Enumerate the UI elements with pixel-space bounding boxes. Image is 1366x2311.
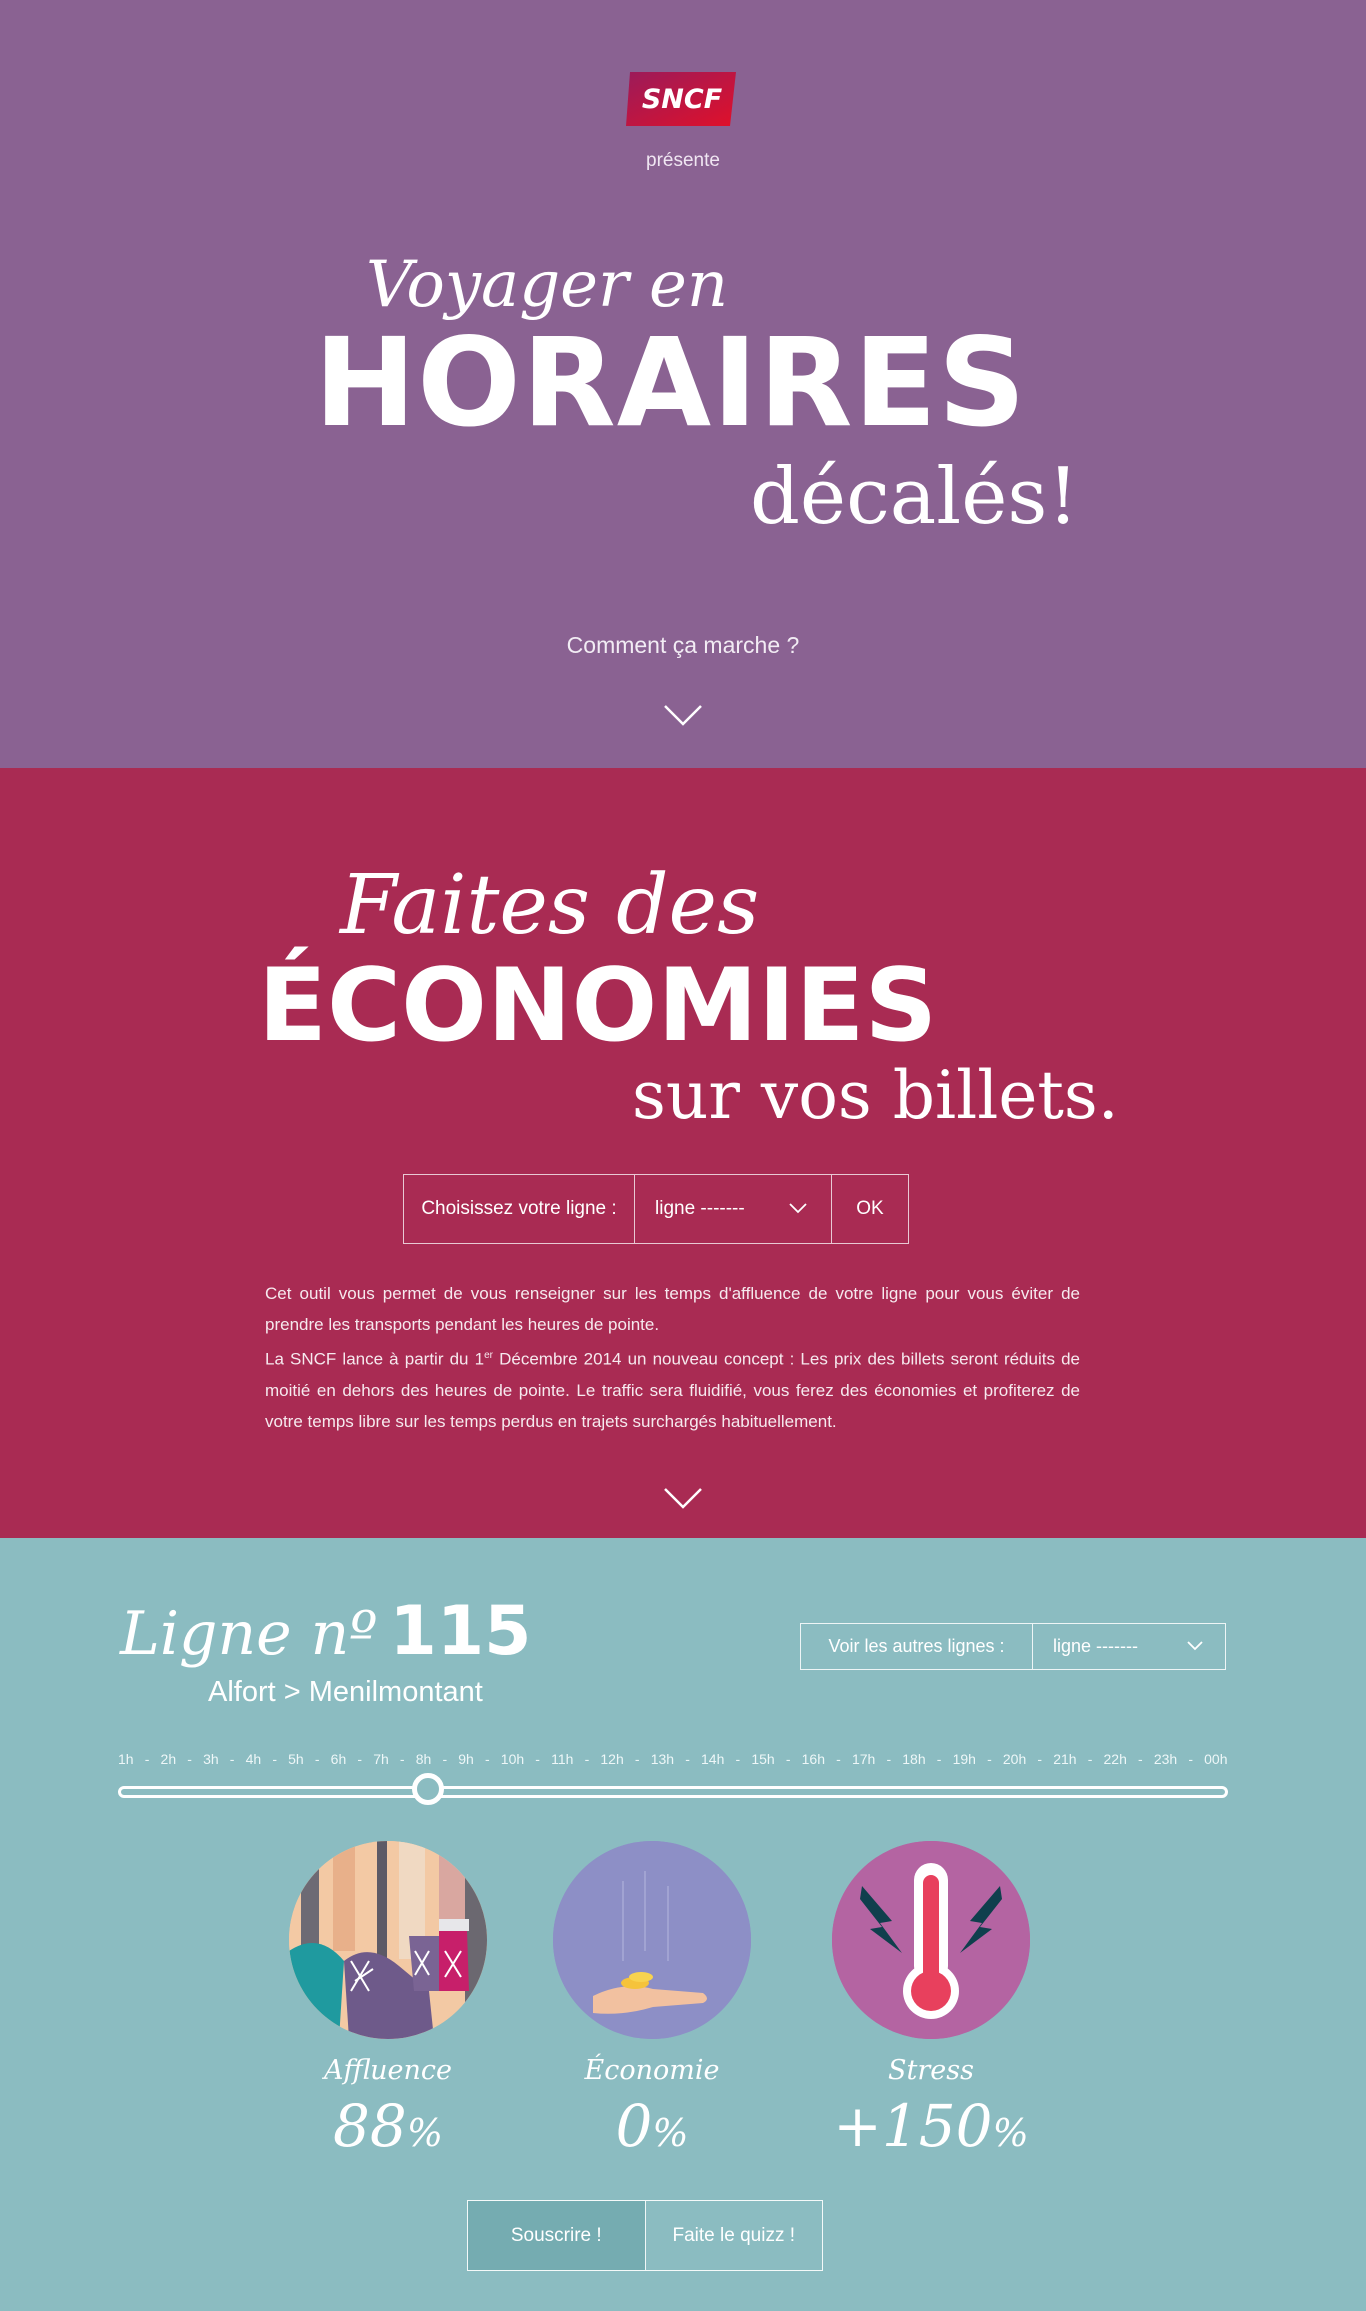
stat-label-stress: Stress — [888, 2055, 974, 2086]
hour-label: 20h — [1002, 1751, 1027, 1767]
action-buttons: Souscrire ! Faite le quizz ! — [467, 2200, 823, 2271]
line-chooser-form: Choisissez votre ligne : ligne ------- O… — [403, 1174, 909, 1244]
chevron-down-icon — [789, 1203, 807, 1214]
hour-label: 21h — [1053, 1751, 1077, 1767]
hour-label: 19h — [952, 1751, 976, 1767]
hour-label: 14h — [701, 1751, 725, 1767]
chevron-down-icon — [1187, 1641, 1203, 1651]
hour-label: 12h — [600, 1751, 624, 1767]
hour-label: 16h — [801, 1751, 825, 1767]
line-select[interactable]: ligne ------- — [635, 1175, 832, 1243]
stat-label-economie: Économie — [584, 2055, 720, 2086]
hour-slider-handle[interactable] — [412, 1773, 444, 1805]
hour-label: 2h — [160, 1751, 177, 1767]
ok-button[interactable]: OK — [832, 1175, 908, 1243]
hour-label: 22h — [1103, 1751, 1127, 1767]
hour-label: 3h — [203, 1751, 219, 1767]
how-it-works-link[interactable]: Comment ça marche ? — [483, 632, 883, 659]
line-route: Alfort > Menilmontant — [208, 1676, 483, 1708]
svg-text:SNCF: SNCF — [642, 84, 723, 115]
hour-label: 13h — [650, 1751, 675, 1767]
hero-title-line1: Voyager en — [366, 248, 729, 322]
crowd-legs-icon — [289, 1841, 487, 2039]
other-lines-form: Voir les autres lignes : ligne ------- — [800, 1623, 1226, 1670]
hour-label: 18h — [902, 1751, 926, 1767]
chevron-down-icon[interactable] — [663, 703, 703, 727]
other-lines-label: Voir les autres lignes : — [801, 1624, 1033, 1669]
savings-title-line3: sur vos billets. — [632, 1057, 1119, 1134]
savings-title-line2: ÉCONOMIES — [258, 946, 938, 1064]
stat-value-affluence: 88% — [333, 2092, 443, 2160]
hour-label: 1h — [118, 1751, 134, 1767]
hour-label: 7h — [373, 1751, 389, 1767]
affluence-illustration — [289, 1841, 487, 2039]
subscribe-button[interactable]: Souscrire ! — [468, 2201, 646, 2270]
hour-slider-track[interactable] — [118, 1786, 1228, 1798]
line-number: 115 — [389, 1592, 532, 1671]
savings-title-line1: Faites des — [340, 858, 760, 953]
hero-title-line2: HORAIRES — [314, 312, 1027, 454]
hero-title-line3: décalés! — [750, 452, 1079, 542]
hour-label: 17h — [851, 1751, 876, 1767]
stress-illustration — [832, 1841, 1030, 2039]
stat-label-affluence: Affluence — [324, 2055, 452, 2086]
line-title: Ligne nº 115 — [120, 1592, 531, 1671]
quiz-button[interactable]: Faite le quizz ! — [646, 2201, 823, 2270]
stat-value-economie: 0% — [615, 2092, 689, 2160]
presente-text: présente — [646, 150, 720, 171]
line-select-value: ligne ------- — [655, 1198, 745, 1219]
line-chooser-label: Choisissez votre ligne : — [404, 1175, 635, 1243]
sncf-logo: SNCF — [626, 72, 736, 126]
thermometer-icon — [832, 1841, 1030, 2039]
hour-label: 00h — [1204, 1751, 1228, 1767]
stat-value-stress: +150% — [833, 2092, 1029, 2160]
hour-label: 10h — [500, 1751, 525, 1767]
chevron-down-icon[interactable] — [663, 1486, 703, 1510]
hero-section: SNCF présente Voyager en HORAIRES décalé… — [0, 0, 1366, 768]
hour-scale: 1h - 2h - 3h - 4h - 5h - 6h - 7h - 8h - 9h - 10h -… — [118, 1751, 1228, 1767]
hour-label: 8h — [415, 1751, 432, 1767]
hour-label: 15h — [751, 1751, 775, 1767]
other-lines-select-value: ligne ------- — [1053, 1636, 1138, 1656]
hour-label: 6h — [330, 1751, 347, 1767]
hour-label: 4h — [245, 1751, 262, 1767]
description: Cet outil vous permet de vous renseigner… — [265, 1278, 1080, 1437]
economie-illustration — [553, 1841, 751, 2039]
line-prefix: Ligne nº — [120, 1599, 378, 1669]
description-paragraph: La SNCF lance à partir du 1er Décembre 2… — [265, 1349, 1080, 1431]
hour-label: 9h — [458, 1751, 474, 1767]
hour-label: 23h — [1153, 1751, 1178, 1767]
hour-label: 5h — [288, 1751, 304, 1767]
coins-hand-icon — [553, 1841, 751, 2039]
other-lines-select[interactable]: ligne ------- — [1033, 1624, 1225, 1669]
description-paragraph: Cet outil vous permet de vous renseigner… — [265, 1284, 1080, 1334]
hour-label: 11h — [551, 1751, 574, 1767]
